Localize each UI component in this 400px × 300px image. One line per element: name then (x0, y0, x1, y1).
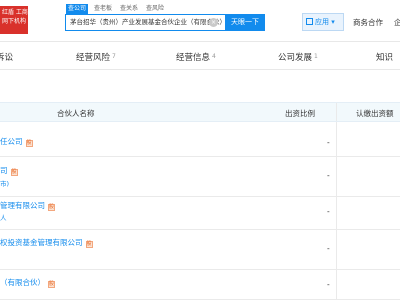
tab-search-risk[interactable]: 查风险 (144, 4, 166, 14)
shareholder-tag-icon: 股 (48, 281, 55, 288)
table-row: 任公司股 - (0, 122, 400, 157)
table-row: 管理有限公司股 人 - (0, 197, 400, 230)
nav-business-info[interactable]: 经营信息 4 (176, 51, 216, 63)
partner-name-link[interactable]: 任公司股 (0, 136, 33, 147)
partner-name: （有限合伙） (0, 278, 45, 287)
clear-icon[interactable]: × (209, 18, 218, 27)
business-cooperation-link[interactable]: 商务合作 (353, 17, 383, 28)
ratio-value: - (327, 171, 330, 180)
top-bar: 红盾 工商 网下机构 查公司 查老板 查关系 查风险 茅台招华（贵州）产业发展基… (0, 0, 400, 42)
logo-badge[interactable]: 红盾 工商 网下机构 (0, 6, 28, 34)
section-nav: 诉讼 经营风险 7 经营信息 4 公司发展 1 知识 (0, 42, 400, 70)
table-header: 合伙人名称 出资比例 认缴出资额 (0, 102, 400, 122)
tab-search-boss[interactable]: 查老板 (92, 4, 114, 14)
table-row: 权投资基金管理有限公司股 - (0, 230, 400, 270)
column-divider (336, 270, 337, 299)
apps-label: 应用 (315, 18, 329, 26)
nav-intellectual-property[interactable]: 知识 (376, 51, 393, 63)
nav-label: 知识 (376, 53, 394, 63)
tab-search-relation[interactable]: 查关系 (118, 4, 140, 14)
column-divider (336, 157, 337, 196)
search-input[interactable]: 茅台招华（贵州）产业发展基金合伙企业（有限合伙） (65, 14, 225, 31)
nav-label: 诉讼 (0, 53, 14, 63)
partner-name-link[interactable]: 司股 (0, 165, 18, 176)
partner-subtext: 人 (0, 214, 7, 222)
tab-search-company[interactable]: 查公司 (66, 4, 89, 14)
shareholder-tag-icon: 股 (10, 169, 18, 176)
apps-button[interactable]: 应用 ▾ (302, 13, 344, 31)
column-divider (336, 122, 337, 156)
ratio-value: - (327, 280, 330, 289)
partner-subtext: 市) (0, 180, 10, 188)
nav-business-risk[interactable]: 经营风险 7 (76, 51, 116, 63)
partner-name: 任公司 (0, 137, 23, 146)
partner-name-link[interactable]: 管理有限公司股 (0, 200, 55, 211)
nav-label: 公司发展 (278, 53, 313, 63)
partner-name-link[interactable]: 权投资基金管理有限公司股 (0, 237, 93, 248)
search-type-tabs: 查公司 查老板 查关系 查风险 (66, 4, 166, 14)
partner-name-link[interactable]: （有限合伙）股 (0, 277, 55, 288)
ratio-value: - (327, 244, 330, 253)
table-row: （有限合伙）股 - (0, 270, 400, 300)
search-button[interactable]: 天眼一下 (225, 14, 265, 31)
apps-grid-icon (306, 18, 313, 25)
column-divider (336, 230, 337, 269)
shareholder-tag-icon: 股 (25, 140, 33, 147)
col-header-amount: 认缴出资额 (356, 109, 394, 118)
col-header-name: 合伙人名称 (57, 109, 95, 118)
nav-label: 经营风险 (76, 53, 111, 63)
nav-litigation[interactable]: 诉讼 (0, 51, 13, 63)
column-divider (336, 103, 337, 121)
ratio-value: - (327, 207, 330, 216)
nav-count: 7 (112, 53, 116, 60)
nav-company-development[interactable]: 公司发展 1 (278, 51, 318, 63)
nav-label: 经营信息 (176, 53, 211, 63)
shareholder-tag-icon: 股 (48, 204, 55, 211)
partner-name: 司 (0, 166, 8, 175)
table-row: 司股 市) - (0, 157, 400, 197)
column-divider (336, 197, 337, 229)
enterprise-link[interactable]: 企 (394, 17, 400, 28)
col-header-ratio: 出资比例 (285, 109, 315, 118)
nav-count: 4 (212, 53, 216, 60)
partner-name: 权投资基金管理有限公司 (0, 238, 83, 247)
partner-name: 管理有限公司 (0, 201, 45, 210)
ratio-value: - (327, 138, 330, 147)
nav-count: 1 (314, 53, 318, 60)
shareholder-tag-icon: 股 (85, 241, 93, 248)
